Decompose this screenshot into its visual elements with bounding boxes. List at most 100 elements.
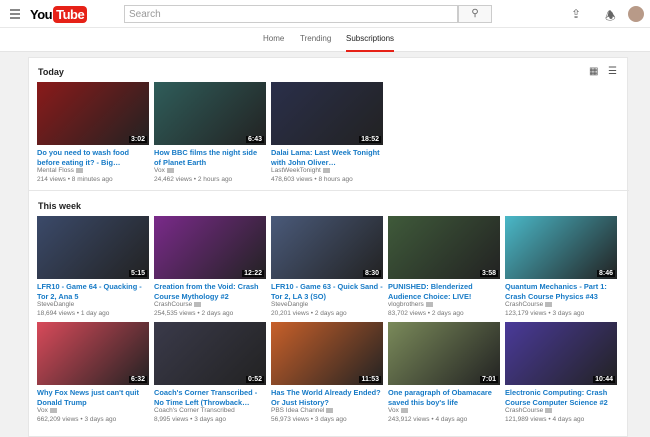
search-button[interactable]: ⚲	[458, 5, 492, 23]
video-item[interactable]: 10:44 Electronic Computing: Crash Course…	[505, 322, 617, 424]
video-duration: 7:01	[479, 376, 498, 383]
video-item[interactable]: 18:52 Dalai Lama: Last Week Tonight with…	[271, 82, 383, 184]
youtube-logo[interactable]: You Tube	[30, 6, 88, 23]
video-item[interactable]: 3:58 PUNISHED: Blenderized Audience Choi…	[388, 216, 500, 318]
channel-name[interactable]: CrashCourse	[154, 301, 192, 308]
video-thumbnail[interactable]: 6:32	[37, 322, 149, 385]
subscriptions-feed: Today ▦ ☰ This week 3:02 Do you need to …	[28, 57, 629, 437]
menu-icon[interactable]	[10, 9, 20, 21]
upload-icon[interactable]: ⇪	[571, 7, 581, 21]
video-item[interactable]: 6:43 How BBC films the night side of Pla…	[154, 82, 266, 184]
channel-name[interactable]: Coach's Corner Transcribed	[154, 407, 235, 414]
grid-view-icon[interactable]: ▦	[589, 66, 598, 77]
video-thumbnail[interactable]: 7:01	[388, 322, 500, 385]
video-thumbnail[interactable]: 11:53	[271, 322, 383, 385]
video-item[interactable]: 12:22 Creation from the Void: Crash Cour…	[154, 216, 266, 318]
video-item[interactable]: 7:01 One paragraph of Obamacare saved th…	[388, 322, 500, 424]
upload-age: 2 days ago	[431, 309, 464, 317]
video-title[interactable]: Quantum Mechanics - Part 1: Crash Course…	[505, 282, 617, 301]
channel-name[interactable]: LastWeekTonight	[271, 167, 321, 174]
view-count: 123,179 views	[505, 309, 547, 317]
channel-name[interactable]: SteveDangle	[37, 301, 74, 308]
video-title[interactable]: How BBC films the night side of Planet E…	[154, 148, 266, 167]
verified-icon	[545, 301, 553, 307]
video-title[interactable]: Creation from the Void: Crash Course Myt…	[154, 282, 266, 301]
bell-icon[interactable]: 🕭	[605, 7, 616, 28]
section-title-today: Today	[38, 67, 64, 77]
verified-icon	[326, 407, 334, 413]
video-thumbnail[interactable]: 18:52	[271, 82, 383, 145]
video-title[interactable]: PUNISHED: Blenderized Audience Choice: L…	[388, 282, 500, 301]
view-count: 20,201 views	[271, 309, 309, 317]
video-title[interactable]: Dalai Lama: Last Week Tonight with John …	[271, 148, 383, 167]
video-item[interactable]: 11:53 Has The World Already Ended? Or Ju…	[271, 322, 383, 424]
upload-age: 4 days ago	[552, 415, 585, 423]
video-item[interactable]: 8:46 Quantum Mechanics - Part 1: Crash C…	[505, 216, 617, 318]
tab-subscriptions[interactable]: Subscriptions	[346, 34, 395, 52]
video-item[interactable]: 0:52 Coach's Corner Transcribed - No Tim…	[154, 322, 266, 424]
upload-age: 8 hours ago	[318, 175, 353, 183]
divider	[29, 190, 629, 191]
upload-age: 1 day ago	[80, 309, 110, 317]
channel-name[interactable]: SteveDangle	[271, 301, 308, 308]
video-thumbnail[interactable]: 6:43	[154, 82, 266, 145]
upload-age: 3 days ago	[194, 415, 227, 423]
logo-tube: Tube	[53, 6, 88, 23]
search-icon: ⚲	[471, 8, 479, 19]
video-title[interactable]: One paragraph of Obamacare saved this bo…	[388, 388, 500, 407]
video-thumbnail[interactable]: 0:52	[154, 322, 266, 385]
video-title[interactable]: LFR10 - Game 63 - Quick Sand - Tor 2, LA…	[271, 282, 383, 301]
view-count: 214 views	[37, 175, 66, 183]
channel-name[interactable]: Vox	[388, 407, 399, 414]
upload-age: 3 days ago	[552, 309, 585, 317]
channel-name[interactable]: CrashCourse	[505, 301, 543, 308]
video-thumbnail[interactable]: 3:58	[388, 216, 500, 279]
tab-home[interactable]: Home	[263, 34, 284, 43]
view-count: 56,973 views	[271, 415, 309, 423]
video-item[interactable]: 3:02 Do you need to wash food before eat…	[37, 82, 149, 184]
upload-age: 2 days ago	[201, 309, 234, 317]
view-count: 83,702 views	[388, 309, 426, 317]
search-input[interactable]: Search	[124, 5, 458, 23]
video-thumbnail[interactable]: 12:22	[154, 216, 266, 279]
list-view-icon[interactable]: ☰	[608, 66, 617, 77]
video-duration: 5:15	[128, 270, 147, 277]
video-duration: 10:44	[593, 376, 615, 383]
video-thumbnail[interactable]: 8:46	[505, 216, 617, 279]
channel-name[interactable]: PBS Idea Channel	[271, 407, 324, 414]
video-title[interactable]: Coach's Corner Transcribed - No Time Lef…	[154, 388, 266, 407]
nav-tabs: Home Trending Subscriptions	[0, 28, 650, 52]
video-title[interactable]: Electronic Computing: Crash Course Compu…	[505, 388, 617, 407]
video-duration: 11:53	[359, 376, 381, 383]
video-thumbnail[interactable]: 3:02	[37, 82, 149, 145]
video-thumbnail[interactable]: 10:44	[505, 322, 617, 385]
video-title[interactable]: Why Fox News just can't quit Donald Trum…	[37, 388, 149, 407]
video-title[interactable]: LFR10 - Game 64 - Quacking - Tor 2, Ana …	[37, 282, 149, 301]
video-item[interactable]: 5:15 LFR10 - Game 64 - Quacking - Tor 2,…	[37, 216, 149, 318]
tab-trending[interactable]: Trending	[300, 34, 331, 43]
logo-you: You	[30, 7, 53, 22]
video-duration: 8:30	[362, 270, 381, 277]
upload-age: 2 days ago	[314, 309, 347, 317]
video-duration: 18:52	[359, 136, 381, 143]
video-item[interactable]: 8:30 LFR10 - Game 63 - Quick Sand - Tor …	[271, 216, 383, 318]
channel-name[interactable]: Vox	[37, 407, 48, 414]
video-thumbnail[interactable]: 8:30	[271, 216, 383, 279]
view-count: 478,603 views	[271, 175, 313, 183]
verified-icon	[400, 407, 408, 413]
video-title[interactable]: Has The World Already Ended? Or Just His…	[271, 388, 383, 407]
video-thumbnail[interactable]: 5:15	[37, 216, 149, 279]
channel-name[interactable]: CrashCourse	[505, 407, 543, 414]
channel-name[interactable]: vlogbrothers	[388, 301, 424, 308]
section-title-this-week: This week	[38, 201, 82, 211]
video-item[interactable]: 6:32 Why Fox News just can't quit Donald…	[37, 322, 149, 424]
view-count: 243,912 views	[388, 415, 430, 423]
view-count: 254,535 views	[154, 309, 196, 317]
upload-age: 3 days ago	[84, 415, 117, 423]
channel-name[interactable]: Vox	[154, 167, 165, 174]
view-count: 18,694 views	[37, 309, 75, 317]
video-title[interactable]: Do you need to wash food before eating i…	[37, 148, 149, 167]
channel-name[interactable]: Mental Floss	[37, 167, 74, 174]
avatar[interactable]	[628, 6, 644, 22]
video-duration: 8:46	[596, 270, 615, 277]
